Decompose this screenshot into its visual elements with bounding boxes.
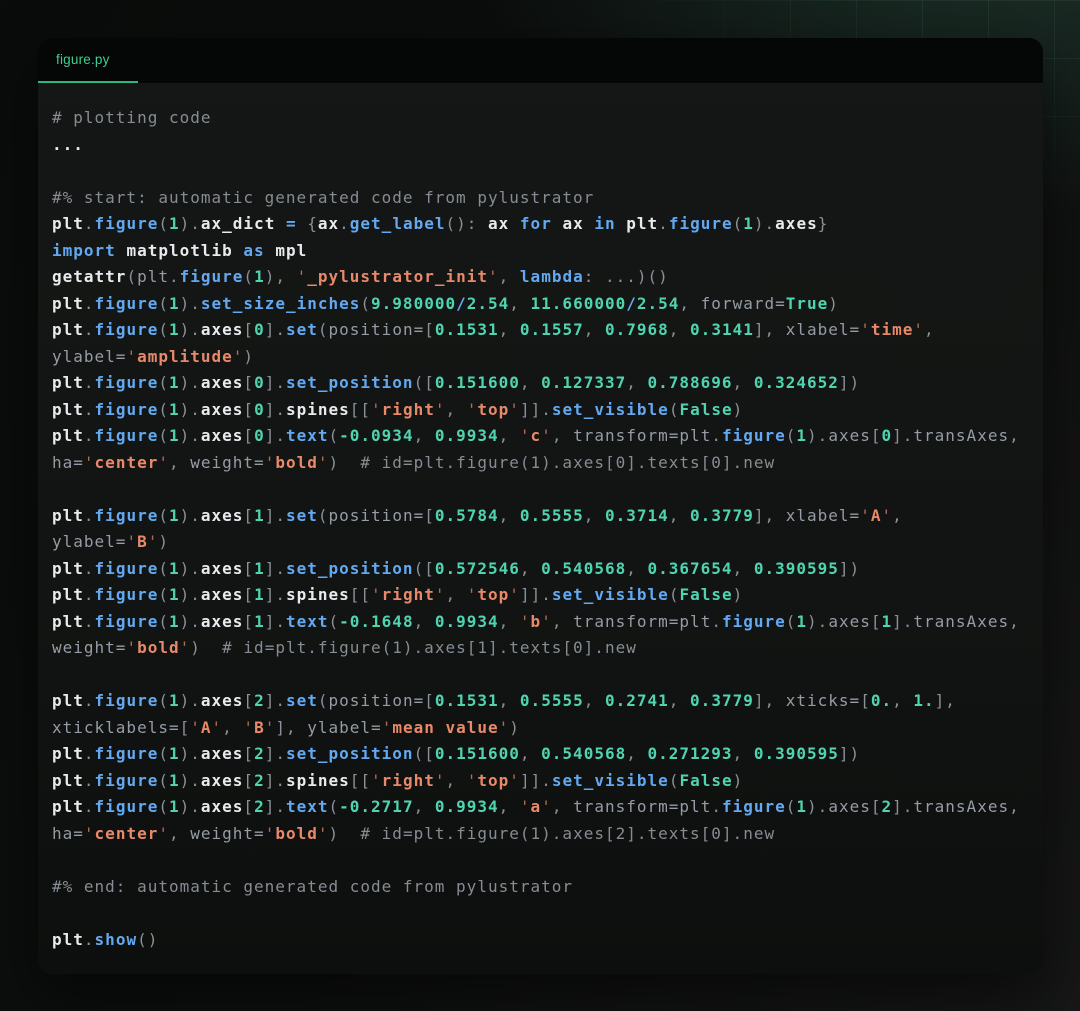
code-line: plt.figure(1).axes[0].spines[['right', '… [52, 397, 1025, 424]
code-line: plt.figure(1).axes[2].set(position=[0.15… [52, 688, 1025, 715]
code-line: plt.figure(1).set_size_inches(9.980000/2… [52, 291, 1025, 318]
code-line: ha='center', weight='bold') # id=plt.fig… [52, 450, 1025, 477]
code-line: # plotting code [52, 105, 1025, 132]
tab-figure-py[interactable]: figure.py [38, 38, 138, 83]
code-line: ... [52, 132, 1025, 159]
code-line: plt.figure(1).axes[1].spines[['right', '… [52, 582, 1025, 609]
tab-label: figure.py [56, 52, 110, 67]
code-editor[interactable]: # plotting code... #% start: automatic g… [38, 84, 1043, 953]
code-line: ylabel='B') [52, 529, 1025, 556]
tab-bar: figure.py [38, 38, 1043, 84]
code-line: plt.figure(1).axes[1].text(-0.1648, 0.99… [52, 609, 1025, 636]
code-line: plt.figure(1).axes[2].text(-0.2717, 0.99… [52, 794, 1025, 821]
code-line: ha='center', weight='bold') # id=plt.fig… [52, 821, 1025, 848]
code-line: plt.figure(1).axes[0].text(-0.0934, 0.99… [52, 423, 1025, 450]
code-line: ylabel='amplitude') [52, 344, 1025, 371]
code-line: plt.figure(1).axes[2].set_position([0.15… [52, 741, 1025, 768]
code-line: xticklabels=['A', 'B'], ylabel='mean val… [52, 715, 1025, 742]
code-line: plt.figure(1).ax_dict = {ax.get_label():… [52, 211, 1025, 238]
code-line: plt.figure(1).axes[1].set(position=[0.57… [52, 503, 1025, 530]
code-line [52, 662, 1025, 689]
code-line: plt.figure(1).axes[0].set_position([0.15… [52, 370, 1025, 397]
code-line [52, 900, 1025, 927]
code-line [52, 847, 1025, 874]
code-line: plt.figure(1).axes[0].set(position=[0.15… [52, 317, 1025, 344]
code-line: #% start: automatic generated code from … [52, 185, 1025, 212]
code-panel: figure.py # plotting code... #% start: a… [38, 38, 1043, 974]
code-line: getattr(plt.figure(1), '_pylustrator_ini… [52, 264, 1025, 291]
code-line: plt.figure(1).axes[1].set_position([0.57… [52, 556, 1025, 583]
code-line: plt.show() [52, 927, 1025, 954]
code-line [52, 158, 1025, 185]
code-line [52, 476, 1025, 503]
code-line: plt.figure(1).axes[2].spines[['right', '… [52, 768, 1025, 795]
code-line: #% end: automatic generated code from py… [52, 874, 1025, 901]
code-line: weight='bold') # id=plt.figure(1).axes[1… [52, 635, 1025, 662]
code-line: import matplotlib as mpl [52, 238, 1025, 265]
